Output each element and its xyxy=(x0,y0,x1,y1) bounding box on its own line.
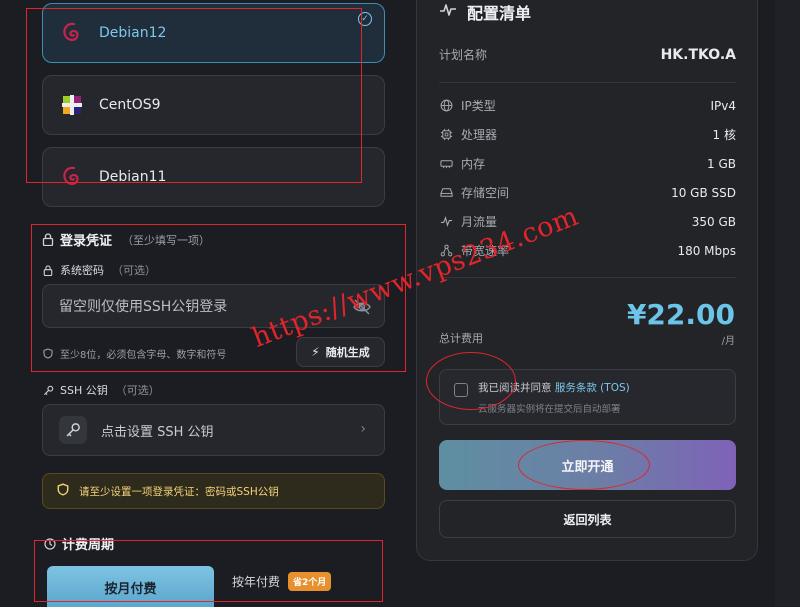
pulse-icon xyxy=(439,2,457,22)
tab-yearly[interactable]: 按年付费 省2个月 xyxy=(232,572,332,591)
password-label-row: 系统密码 （可选） xyxy=(42,262,156,278)
summary-panel: 配置清单 计划名称 HK.TKO.A IP类型 IPv4 处理器 1 核 内存 … xyxy=(416,0,758,561)
tos-link[interactable]: 服务条款 (TOS) xyxy=(555,382,630,394)
os-label: CentOS9 xyxy=(99,97,161,113)
traffic-icon xyxy=(439,215,453,229)
tab-yearly-label: 按年付费 xyxy=(232,575,281,589)
shield-icon xyxy=(42,348,54,360)
password-note: 至少8位，必须包含字母、数字和符号 xyxy=(42,346,226,361)
plan-row: 计划名称 HK.TKO.A xyxy=(439,46,736,63)
key-icon xyxy=(59,416,87,444)
ssh-hint: （可选） xyxy=(115,384,160,397)
spec-value: 1 GB xyxy=(707,156,736,171)
divider xyxy=(439,82,736,83)
debian-icon xyxy=(59,20,85,46)
warning-text: 请至少设置一项登录凭证：密码或SSH公钥 xyxy=(79,485,279,498)
os-label: Debian11 xyxy=(99,169,167,185)
clock-icon xyxy=(44,537,56,550)
lock-icon xyxy=(42,264,54,276)
ssh-key-setting[interactable]: 点击设置 SSH 公钥 › xyxy=(42,404,385,456)
price-amount: ¥22.00 xyxy=(626,298,735,331)
spec-row: 处理器 1 核 xyxy=(439,126,736,143)
chevron-right-icon: › xyxy=(360,421,366,437)
tab-monthly[interactable]: 按月付费 xyxy=(47,566,214,607)
discount-badge: 省2个月 xyxy=(288,572,332,591)
spec-row: 存储空间 10 GB SSD xyxy=(439,184,736,201)
tab-monthly-label: 按月付费 xyxy=(104,581,157,597)
key-icon xyxy=(42,384,54,396)
login-title: 登录凭证 xyxy=(60,234,113,249)
tos-prefix: 我已阅读并同意 xyxy=(478,382,555,394)
page-edge xyxy=(775,0,800,607)
os-label: Debian12 xyxy=(99,25,167,41)
open-now-button[interactable]: 立即开通 xyxy=(439,440,736,490)
spec-key: 处理器 xyxy=(461,128,498,142)
shield-icon xyxy=(57,483,69,499)
spec-value: 350 GB xyxy=(691,214,736,229)
credential-warning: 请至少设置一项登录凭证：密码或SSH公钥 xyxy=(42,473,385,509)
spec-row: 内存 1 GB xyxy=(439,155,736,172)
tos-agreement: 我已阅读并同意 服务条款 (TOS) 云服务器实例将在提交后自动部署 xyxy=(439,369,736,425)
spec-key: IP类型 xyxy=(461,99,496,113)
spec-value: IPv4 xyxy=(710,98,736,113)
plan-value: HK.TKO.A xyxy=(660,46,736,63)
check-icon: ✓ xyxy=(358,12,372,26)
password-hint: （可选） xyxy=(112,264,156,277)
password-placeholder: 留空则仅使用SSH公钥登录 xyxy=(59,299,228,315)
ssh-label: SSH 公钥 xyxy=(60,384,108,397)
divider xyxy=(439,277,736,278)
cpu-icon xyxy=(439,128,453,142)
back-to-list-button[interactable]: 返回列表 xyxy=(439,500,736,538)
plan-key: 计划名称 xyxy=(439,48,488,62)
password-label: 系统密码 xyxy=(60,264,104,277)
login-title-hint: （至少填写一项） xyxy=(122,233,211,247)
price-period: /月 xyxy=(721,336,735,347)
total-label: 总计费用 xyxy=(439,332,483,345)
billing-title: 计费周期 xyxy=(62,538,115,553)
disk-icon xyxy=(439,186,453,200)
back-label: 返回列表 xyxy=(563,512,612,527)
spec-value: 1 核 xyxy=(712,128,736,142)
open-now-label: 立即开通 xyxy=(561,459,614,475)
spec-row: IP类型 IPv4 xyxy=(439,97,736,114)
password-note-text: 至少8位，必须包含字母、数字和符号 xyxy=(60,350,227,361)
generate-password-button[interactable]: ⚡ 随机生成 xyxy=(296,337,385,367)
spec-key: 存储空间 xyxy=(461,186,510,200)
billing-tabs: 按月付费 按年付费 省2个月 xyxy=(42,562,383,607)
billing-section-title: 计费周期 xyxy=(44,534,114,553)
lightning-icon: ⚡ xyxy=(311,345,320,359)
spec-row: 月流量 350 GB xyxy=(439,213,736,230)
os-option-centos9[interactable]: CentOS9 xyxy=(42,75,385,135)
spec-value: 10 GB SSD xyxy=(671,185,736,200)
spec-key: 月流量 xyxy=(461,215,498,229)
tos-checkbox[interactable] xyxy=(454,383,468,397)
centos-icon xyxy=(59,92,85,118)
lock-icon xyxy=(42,233,54,246)
debian-icon xyxy=(59,164,85,190)
generate-label: 随机生成 xyxy=(325,346,370,359)
memory-icon xyxy=(439,157,453,171)
login-section-title: 登录凭证 （至少填写一项） xyxy=(42,230,210,249)
ssh-action-text: 点击设置 SSH 公钥 xyxy=(101,424,214,440)
os-option-debian11[interactable]: Debian11 xyxy=(42,147,385,207)
ssh-label-row: SSH 公钥 （可选） xyxy=(42,382,160,398)
summary-title: 配置清单 xyxy=(439,0,531,24)
spec-value: 180 Mbps xyxy=(677,243,736,258)
spec-key: 内存 xyxy=(461,157,486,171)
globe-icon xyxy=(439,99,453,113)
os-option-debian12[interactable]: Debian12 ✓ xyxy=(42,3,385,63)
tos-note: 云服务器实例将在提交后自动部署 xyxy=(478,404,621,415)
tos-text: 我已阅读并同意 服务条款 (TOS) xyxy=(478,380,630,395)
summary-title-text: 配置清单 xyxy=(467,4,532,23)
